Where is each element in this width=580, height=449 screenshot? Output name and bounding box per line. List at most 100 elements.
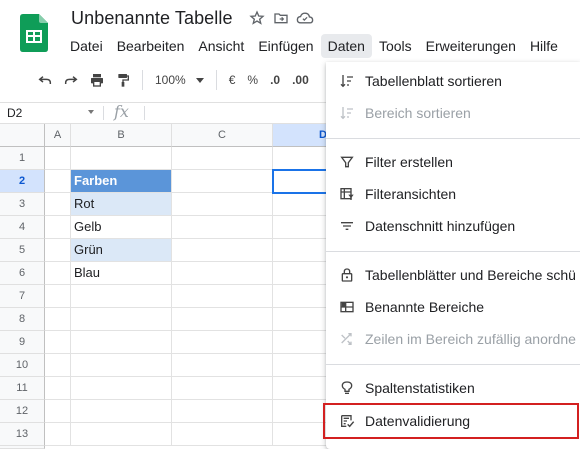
grid-cell[interactable]	[71, 377, 172, 400]
grid-cell[interactable]	[172, 285, 273, 308]
print-icon[interactable]	[84, 67, 110, 93]
grid-cell[interactable]	[45, 377, 71, 400]
menu-bar: Datei Bearbeiten Ansicht Einfügen Daten …	[63, 34, 565, 58]
row-header-3[interactable]: 3	[0, 193, 45, 216]
percent-format-button[interactable]: %	[241, 73, 264, 87]
grid-cell[interactable]	[45, 308, 71, 331]
grid-cell[interactable]	[172, 400, 273, 423]
menu-hilfe[interactable]: Hilfe	[523, 34, 565, 58]
grid-cell[interactable]	[45, 423, 71, 446]
undo-icon[interactable]	[32, 67, 58, 93]
shuffle-icon	[339, 331, 355, 347]
grid-cell[interactable]	[45, 262, 71, 285]
currency-format-button[interactable]: €	[223, 73, 242, 87]
row-header-1[interactable]: 1	[0, 147, 45, 170]
grid-cell[interactable]	[45, 239, 71, 262]
grid-cell[interactable]	[71, 147, 172, 170]
grid-cell[interactable]	[45, 216, 71, 239]
cell-b5[interactable]: Grün	[71, 239, 172, 262]
menu-item-label: Bereich sortieren	[365, 105, 471, 121]
star-icon[interactable]	[248, 8, 266, 28]
grid-cell[interactable]	[45, 400, 71, 423]
row-header-13[interactable]: 13	[0, 423, 45, 446]
zoom-select[interactable]: 100%	[149, 73, 210, 87]
row-header-2[interactable]: 2	[0, 170, 45, 193]
sort-icon	[339, 73, 355, 89]
grid-cell[interactable]	[172, 170, 273, 193]
increase-decimal-label: .00	[292, 73, 309, 87]
cell-b3[interactable]: Rot	[71, 193, 172, 216]
menu-datei[interactable]: Datei	[63, 34, 110, 58]
column-header-c[interactable]: C	[172, 124, 273, 147]
grid-cell[interactable]	[45, 331, 71, 354]
menu-item-create-filter[interactable]: Filter erstellen	[326, 146, 580, 178]
menu-item-column-stats[interactable]: Spaltenstatistiken	[326, 372, 580, 404]
grid-cell[interactable]	[71, 308, 172, 331]
redo-icon[interactable]	[58, 67, 84, 93]
grid-cell[interactable]	[172, 331, 273, 354]
grid-cell[interactable]	[71, 423, 172, 446]
menu-divider	[326, 138, 580, 139]
grid-cell[interactable]	[172, 193, 273, 216]
cell-b4[interactable]: Gelb	[71, 216, 172, 239]
increase-decimal-button[interactable]: .00	[286, 73, 315, 87]
row-header-12[interactable]: 12	[0, 400, 45, 423]
grid-cell[interactable]	[45, 285, 71, 308]
row-header-8[interactable]: 8	[0, 308, 45, 331]
formula-divider	[103, 106, 104, 120]
row-header-6[interactable]: 6	[0, 262, 45, 285]
menu-ansicht[interactable]: Ansicht	[191, 34, 251, 58]
menu-item-add-slicer[interactable]: Datenschnitt hinzufügen	[326, 210, 580, 242]
grid-cell[interactable]	[172, 262, 273, 285]
grid-cell[interactable]	[172, 239, 273, 262]
menu-item-filter-views[interactable]: Filteransichten	[326, 178, 580, 210]
grid-cell[interactable]	[45, 170, 71, 193]
grid-cell[interactable]	[45, 354, 71, 377]
grid-cell[interactable]	[172, 423, 273, 446]
menu-item-sort-sheet[interactable]: Tabellenblatt sortieren	[326, 65, 580, 97]
column-header-b[interactable]: B	[71, 124, 172, 147]
slicer-icon	[339, 218, 355, 234]
document-title[interactable]: Unbenannte Tabelle	[71, 8, 233, 29]
grid-cell[interactable]	[172, 377, 273, 400]
cell-b6[interactable]: Blau	[71, 262, 172, 285]
menu-daten[interactable]: Daten	[320, 34, 372, 58]
name-box[interactable]: D2	[0, 103, 100, 123]
row-header-4[interactable]: 4	[0, 216, 45, 239]
menu-bearbeiten[interactable]: Bearbeiten	[110, 34, 192, 58]
row-header-5[interactable]: 5	[0, 239, 45, 262]
grid-cell[interactable]	[71, 331, 172, 354]
grid-cell[interactable]	[71, 285, 172, 308]
grid-cell[interactable]	[71, 354, 172, 377]
chevron-down-icon[interactable]	[88, 110, 94, 114]
grid-cell[interactable]	[45, 147, 71, 170]
menu-item-label: Filteransichten	[365, 186, 457, 202]
decrease-decimal-button[interactable]: .0	[264, 73, 286, 87]
cell-b2[interactable]: Farben	[71, 170, 172, 193]
menu-tools[interactable]: Tools	[372, 34, 419, 58]
row-header-7[interactable]: 7	[0, 285, 45, 308]
menu-item-protect-sheets[interactable]: Tabellenblätter und Bereiche schü	[326, 259, 580, 291]
cloud-status-icon[interactable]	[296, 8, 314, 28]
select-all-corner[interactable]	[0, 124, 45, 147]
grid-cell[interactable]	[172, 354, 273, 377]
toolbar-divider	[215, 70, 217, 90]
menu-erweiterungen[interactable]: Erweiterungen	[419, 34, 523, 58]
grid-cell[interactable]	[172, 147, 273, 170]
row-header-11[interactable]: 11	[0, 377, 45, 400]
grid-cell[interactable]	[71, 400, 172, 423]
sheets-logo[interactable]	[20, 14, 48, 52]
lock-icon	[339, 267, 355, 283]
menu-item-named-ranges[interactable]: Benannte Bereiche	[326, 291, 580, 323]
grid-cell[interactable]	[172, 216, 273, 239]
row-header-10[interactable]: 10	[0, 354, 45, 377]
decrease-decimal-label: .0	[270, 73, 281, 87]
move-folder-icon[interactable]	[272, 8, 290, 28]
row-header-9[interactable]: 9	[0, 331, 45, 354]
grid-cell[interactable]	[172, 308, 273, 331]
grid-cell[interactable]	[45, 193, 71, 216]
menu-einfuegen[interactable]: Einfügen	[251, 34, 320, 58]
paint-format-icon[interactable]	[110, 67, 136, 93]
filter-icon	[339, 154, 355, 170]
column-header-a[interactable]: A	[45, 124, 71, 147]
